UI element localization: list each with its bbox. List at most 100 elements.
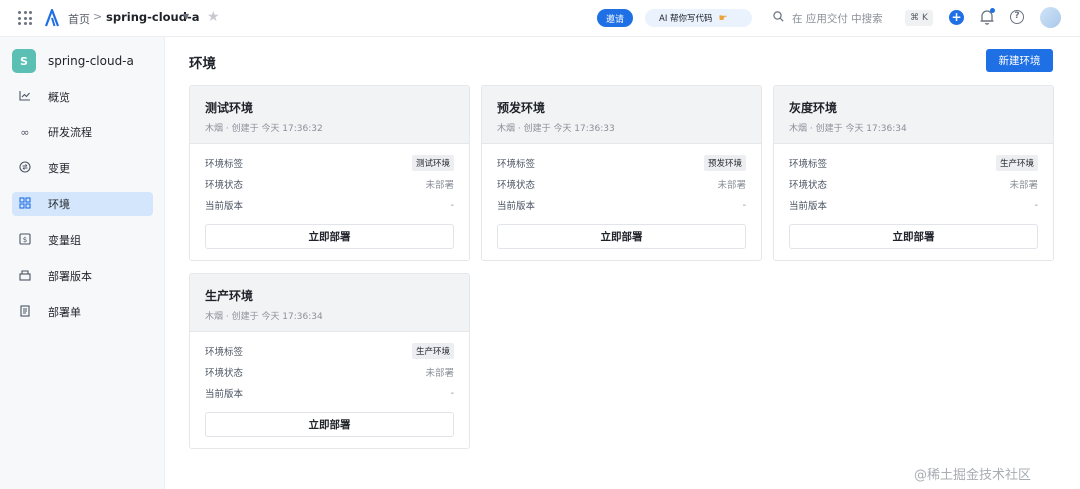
document-icon [18,304,32,320]
caret-down-icon[interactable]: ▼ [183,12,189,21]
watermark: @稀土掘金技术社区 [914,468,1032,483]
row-label: 当前版本 [205,389,244,400]
card-meta: 木烟 · 创建于 今天 17:36:32 [205,124,323,134]
sidebar-item-environments[interactable]: 环境 [12,192,153,216]
deploy-button[interactable]: 立即部署 [205,412,454,437]
notification-dot [990,8,995,13]
row-tag: 环境标签 生产环境 [205,343,454,359]
card-header: 预发环境 木烟 · 创建于 今天 17:36:33 [482,86,761,144]
sidebar-item-label: 变量组 [48,234,81,247]
project-name[interactable]: spring-cloud-a [48,54,134,68]
sidebar-item-label: 变更 [48,162,70,175]
environment-card: 测试环境 木烟 · 创建于 今天 17:36:32 环境标签 测试环境 环境状态… [189,85,470,261]
grid-icon [18,196,32,212]
avatar[interactable] [1040,7,1061,28]
row-version: 当前版本 - [789,197,1038,213]
row-version: 当前版本 - [497,197,746,213]
version-value: - [450,199,454,211]
row-label: 环境标签 [497,159,536,170]
row-label: 环境状态 [497,180,536,191]
card-title[interactable]: 生产环境 [205,287,469,304]
sidebar-item-label: 部署版本 [48,270,92,283]
logo-icon[interactable] [44,9,60,27]
breadcrumb-home[interactable]: 首页 [68,11,90,27]
card-meta: 木烟 · 创建于 今天 17:36:33 [497,124,615,134]
row-status: 环境状态 未部署 [497,176,746,192]
svg-text:$: $ [23,236,27,244]
row-label: 环境状态 [789,180,828,191]
breadcrumb-separator: > [93,10,103,23]
card-title[interactable]: 预发环境 [497,99,761,116]
row-label: 环境标签 [205,347,244,358]
row-status: 环境状态 未部署 [205,364,454,380]
row-label: 环境状态 [205,368,244,379]
status-value: 未部署 [1009,180,1038,191]
row-version: 当前版本 - [205,197,454,213]
ai-assist-label: AI 帮你写代码 [659,14,713,24]
card-meta: 木烟 · 创建于 今天 17:36:34 [789,124,907,134]
ai-assist-button[interactable]: AI 帮你写代码 ☛ [645,9,752,27]
page-title: 环境 [189,56,216,72]
create-button[interactable]: + [949,10,964,25]
sidebar-item-workflow[interactable]: ∞ 研发流程 [12,120,153,144]
row-tag: 环境标签 预发环境 [497,155,746,171]
row-status: 环境状态 未部署 [789,176,1038,192]
sidebar-item-releases[interactable]: 部署版本 [12,264,153,288]
sidebar-item-label: 部署单 [48,306,81,319]
new-environment-button[interactable]: 新建环境 [986,49,1053,72]
environment-tag: 生产环境 [995,155,1038,171]
card-header: 测试环境 木烟 · 创建于 今天 17:36:32 [190,86,469,144]
sidebar-item-changes[interactable]: 变更 [12,156,153,180]
card-header: 灰度环境 木烟 · 创建于 今天 17:36:34 [774,86,1053,144]
variable-icon: $ [18,232,32,248]
row-label: 当前版本 [497,201,536,212]
environment-card: 灰度环境 木烟 · 创建于 今天 17:36:34 环境标签 生产环境 环境状态… [773,85,1054,261]
row-status: 环境状态 未部署 [205,176,454,192]
card-title[interactable]: 测试环境 [205,99,469,116]
status-value: 未部署 [425,368,454,379]
status-value: 未部署 [717,180,746,191]
row-label: 环境状态 [205,180,244,191]
top-bar: 首页 > spring-cloud-a ▼ ★ 邀请 AI 帮你写代码 ☛ 在 … [0,0,1080,37]
sidebar: S spring-cloud-a 概览 ∞ 研发流程 变更 环境 $ 变量组 部… [0,37,165,489]
row-label: 环境标签 [789,159,828,170]
apps-grid-icon[interactable] [18,11,32,25]
row-tag: 环境标签 生产环境 [789,155,1038,171]
status-value: 未部署 [425,180,454,191]
card-title[interactable]: 灰度环境 [789,99,1053,116]
version-value: - [742,199,746,211]
row-label: 当前版本 [789,201,828,212]
environment-tag: 生产环境 [411,343,454,359]
search-input[interactable]: 在 应用交付 中搜索 [792,11,883,26]
version-value: - [450,387,454,399]
sidebar-item-label: 研发流程 [48,126,92,139]
sidebar-item-label: 概览 [48,91,70,104]
row-tag: 环境标签 测试环境 [205,155,454,171]
version-value: - [1034,199,1038,211]
help-icon[interactable]: ? [1010,10,1024,24]
sidebar-item-label: 环境 [48,198,70,211]
sidebar-item-variables[interactable]: $ 变量组 [12,228,153,252]
card-meta: 木烟 · 创建于 今天 17:36:34 [205,312,323,322]
environment-card: 预发环境 木烟 · 创建于 今天 17:36:33 环境标签 预发环境 环境状态… [481,85,762,261]
change-icon [18,160,32,176]
deploy-button[interactable]: 立即部署 [205,224,454,249]
card-header: 生产环境 木烟 · 创建于 今天 17:36:34 [190,274,469,332]
pointing-hand-icon: ☛ [718,12,728,24]
deploy-button[interactable]: 立即部署 [789,224,1038,249]
environment-tag: 测试环境 [411,155,454,171]
chart-line-icon [18,90,32,104]
sidebar-item-deploy-orders[interactable]: 部署单 [12,300,153,324]
row-version: 当前版本 - [205,385,454,401]
infinity-icon: ∞ [20,125,30,139]
star-icon[interactable]: ★ [207,9,220,25]
search-shortcut: ⌘ K [905,10,933,26]
environment-card: 生产环境 木烟 · 创建于 今天 17:36:34 环境标签 生产环境 环境状态… [189,273,470,449]
project-badge: S [12,49,36,73]
package-icon [18,269,32,284]
environment-tag: 预发环境 [703,155,746,171]
search-icon [773,11,784,22]
sidebar-item-overview[interactable]: 概览 [12,85,153,109]
deploy-button[interactable]: 立即部署 [497,224,746,249]
invite-button[interactable]: 邀请 [597,9,633,27]
